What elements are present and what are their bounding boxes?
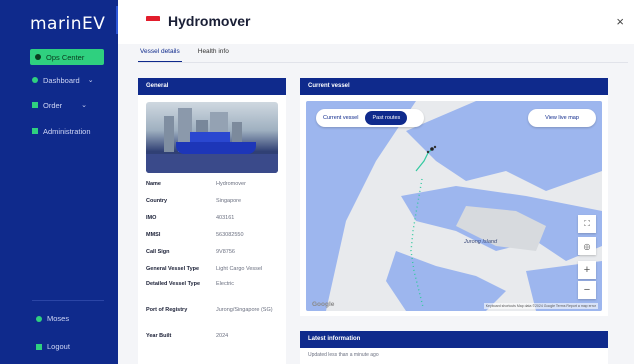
latest-information-title: Latest information	[300, 331, 608, 348]
map-attribution[interactable]: Keyboard shortcuts Map data ©2024 Google…	[483, 303, 598, 309]
vessel-map[interactable]: Current vessel Past routes View live map…	[306, 101, 602, 311]
vessel-header: Hydromover ×	[118, 0, 634, 44]
field-year-built: Year Built 2024	[146, 333, 229, 339]
ops-icon	[35, 54, 41, 60]
logout-icon	[36, 343, 42, 350]
chevron-down-icon: ⌄	[81, 102, 88, 109]
app-logo: marinEV	[30, 14, 106, 34]
sidebar-item-order[interactable]: Order ⌄	[32, 97, 87, 113]
field-mmsi: MMSI 563082550	[146, 232, 244, 238]
field-call-sign: Call Sign 9V8756	[146, 249, 235, 255]
zoom-out-button[interactable]: −	[578, 281, 596, 299]
sidebar-item-label: Order	[43, 100, 63, 110]
sidebar: marinEV Ops Center Dashboard ⌄ Order ⌄ A…	[0, 0, 118, 364]
current-vessel-toggle[interactable]: Current vessel	[316, 111, 365, 125]
logout-label: Logout	[47, 342, 70, 351]
general-card: General Name Hydromover Country Singapor…	[138, 78, 286, 364]
admin-icon	[32, 128, 38, 134]
general-card-title: General	[138, 78, 286, 95]
view-live-map-button[interactable]: View live map	[528, 109, 596, 127]
close-icon[interactable]: ×	[616, 14, 624, 29]
latest-updated-text: Updated less than a minute ago	[308, 352, 379, 358]
current-vessel-card: Current vessel Current vessel Past route…	[300, 78, 608, 316]
sidebar-item-label: Ops Center	[46, 52, 85, 62]
chevron-down-icon: ⌄	[87, 77, 94, 84]
route-toggle: Current vessel Past routes	[316, 109, 424, 127]
tab-bar: Vessel details Health info	[138, 44, 231, 62]
latest-information-card: Latest information Updated less than a m…	[300, 331, 608, 364]
field-detailed-vessel-type: Detailed Vessel Type Electric	[146, 281, 235, 287]
singapore-flag-icon	[146, 16, 160, 25]
sidebar-divider	[32, 300, 104, 301]
sidebar-item-label: Dashboard	[43, 75, 80, 85]
field-general-vessel-type: General Vessel Type Light Cargo Vessel	[146, 266, 263, 272]
fullscreen-icon[interactable]: ⛶	[578, 215, 596, 233]
map-place-label: Jurong Island	[464, 239, 498, 245]
logout-button[interactable]: Logout	[36, 342, 70, 351]
google-logo: Google	[312, 301, 335, 308]
tab-health-info[interactable]: Health info	[196, 44, 231, 62]
tabs-divider	[138, 62, 628, 63]
user-name: Moses	[47, 314, 70, 323]
sidebar-item-label: Administration	[43, 126, 91, 136]
sidebar-item-administration[interactable]: Administration	[32, 123, 91, 139]
field-port-of-registry: Port of Registry Jurong/Singapore (SG)	[146, 307, 273, 313]
street-view-icon[interactable]: ◎	[578, 237, 596, 255]
field-country: Country Singapore	[146, 198, 242, 204]
current-vessel-title: Current vessel	[300, 78, 608, 95]
sidebar-item-dashboard[interactable]: Dashboard ⌄	[32, 72, 94, 88]
zoom-in-button[interactable]: +	[578, 261, 596, 279]
user-icon	[36, 315, 42, 322]
sidebar-item-ops-center[interactable]: Ops Center	[30, 49, 104, 65]
page-title: Hydromover	[168, 13, 251, 29]
order-icon	[32, 102, 38, 108]
main-panel: Hydromover × Vessel details Health info …	[118, 0, 634, 364]
field-name: Name Hydromover	[146, 181, 246, 187]
vessel-photo	[146, 102, 278, 173]
tab-vessel-details[interactable]: Vessel details	[138, 44, 182, 62]
sidebar-user[interactable]: Moses	[36, 314, 69, 323]
map-canvas	[306, 101, 602, 311]
dashboard-icon	[32, 77, 38, 83]
field-imo: IMO 403161	[146, 215, 235, 221]
past-routes-toggle[interactable]: Past routes	[365, 111, 408, 125]
